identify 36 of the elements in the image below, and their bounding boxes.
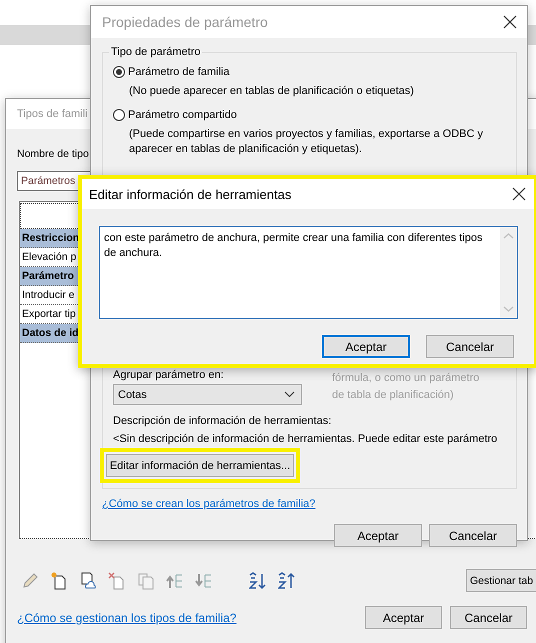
- close-icon[interactable]: [503, 15, 517, 29]
- option-note: (No puede aparecer en tablas de planificación o etiquetas): [129, 84, 415, 99]
- radio-icon[interactable]: [113, 66, 125, 78]
- accept-button[interactable]: Aceptar: [334, 524, 422, 547]
- sort-descending-icon[interactable]: [278, 572, 296, 590]
- side-note: fórmula, o como un parámetro de tabla de planificación): [332, 371, 480, 403]
- delete-document-icon[interactable]: [108, 572, 126, 590]
- tooltip-value: <Sin descripción de información de herramientas. Puede editar este parámetro: [113, 432, 498, 447]
- group-title: Tipo de parámetro: [110, 46, 202, 58]
- radio-icon[interactable]: [113, 109, 125, 121]
- close-icon[interactable]: [512, 187, 526, 201]
- option-note: (Puede compartirse en varios proyectos y familias, exportarse a ODBC y aparecer en tablas de planificación y etiquetas).: [129, 127, 484, 157]
- tooltip-label: Descripción de información de herramientas:: [113, 414, 332, 429]
- edit-tooltip-button[interactable]: Editar información de herramientas...: [106, 454, 294, 477]
- document-cloud-icon[interactable]: [79, 572, 97, 590]
- cancel-button[interactable]: Cancelar: [426, 335, 514, 358]
- group-label: Agrupar parámetro en:: [113, 369, 224, 382]
- accept-button[interactable]: Aceptar: [322, 335, 410, 358]
- new-document-icon[interactable]: [50, 572, 68, 590]
- group-dropdown[interactable]: Cotas: [113, 384, 302, 405]
- window-title: Tipos de famili: [17, 108, 88, 120]
- type-name-label: Nombre de tipo: [17, 147, 89, 162]
- sort-ascending-icon[interactable]: [249, 572, 267, 590]
- scrollbar-drawing[interactable]: [500, 227, 517, 318]
- accept-button[interactable]: Aceptar: [365, 606, 442, 629]
- help-link[interactable]: ¿Cómo se crean los parámetros de familia?: [102, 498, 316, 510]
- cancel-button[interactable]: Cancelar: [429, 524, 517, 547]
- help-link[interactable]: ¿Cómo se gestionan los tipos de familia?: [17, 610, 236, 624]
- dialog-title: Editar información de herramientas: [89, 186, 292, 202]
- radio-option[interactable]: Parámetro compartido: [113, 109, 506, 121]
- window-title: Propiedades de parámetro: [102, 14, 268, 30]
- radio-option[interactable]: Parámetro de familia: [113, 66, 506, 78]
- chevron-down-icon: [284, 391, 295, 398]
- manage-button[interactable]: Gestionar tab: [466, 569, 536, 592]
- description-field[interactable]: con este parámetro de anchura, permite crear una familia con diferentes tipos de anchura.: [99, 226, 518, 319]
- cancel-button[interactable]: Cancelar: [450, 606, 527, 629]
